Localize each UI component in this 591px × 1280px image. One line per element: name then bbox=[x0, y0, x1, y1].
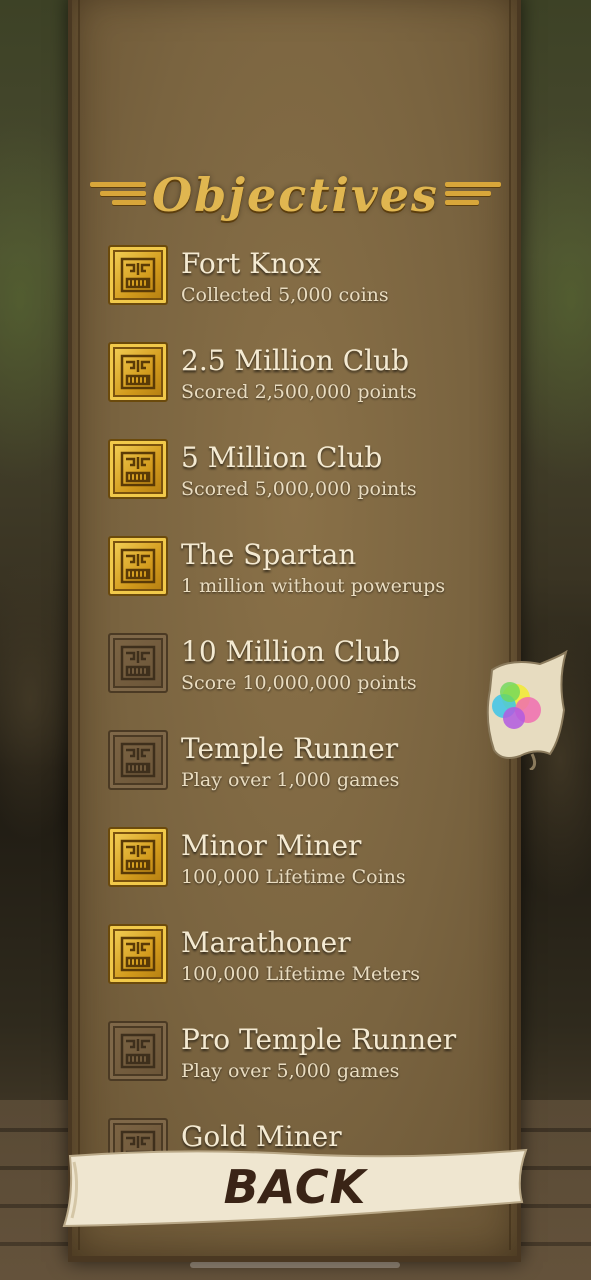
earned-badge bbox=[108, 536, 168, 596]
earned-badge bbox=[108, 439, 168, 499]
earned-badge bbox=[108, 827, 168, 887]
objective-item: Fort Knox Collected 5,000 coins bbox=[108, 245, 508, 342]
objective-item: Temple Runner Play over 1,000 games bbox=[108, 730, 508, 827]
game-center-button[interactable] bbox=[480, 649, 568, 772]
objective-title: 2.5 Million Club bbox=[181, 344, 410, 377]
objective-title: 5 Million Club bbox=[181, 441, 383, 474]
objective-item: Pro Temple Runner Play over 5,000 games bbox=[108, 1021, 508, 1118]
idol-face-icon bbox=[120, 936, 156, 972]
idol-face-icon bbox=[120, 354, 156, 390]
objective-item: The Spartan 1 million without powerups bbox=[108, 536, 508, 633]
wing-left-icon bbox=[90, 180, 147, 210]
objective-description: Scored 5,000,000 points bbox=[181, 478, 417, 500]
game-center-icon bbox=[486, 649, 568, 772]
idol-face-icon bbox=[120, 742, 156, 778]
objective-item: 5 Million Club Scored 5,000,000 points bbox=[108, 439, 508, 536]
idol-face-icon bbox=[120, 645, 156, 681]
wing-right-icon bbox=[444, 180, 501, 210]
objective-title: Minor Miner bbox=[181, 829, 362, 862]
objective-title: The Spartan bbox=[181, 538, 357, 571]
objective-description: 1 million without powerups bbox=[181, 575, 446, 597]
idol-face-icon bbox=[120, 1033, 156, 1069]
earned-badge bbox=[108, 342, 168, 402]
earned-badge bbox=[108, 245, 168, 305]
objective-title: 10 Million Club bbox=[181, 635, 401, 668]
idol-face-icon bbox=[120, 839, 156, 875]
page-title: Objectives bbox=[152, 168, 439, 222]
back-label: BACK bbox=[223, 1160, 367, 1214]
idol-face-icon bbox=[120, 548, 156, 584]
objective-item: Marathoner 100,000 Lifetime Meters bbox=[108, 924, 508, 1021]
objective-title: Fort Knox bbox=[181, 247, 321, 280]
locked-badge bbox=[108, 1021, 168, 1081]
locked-badge bbox=[108, 633, 168, 693]
home-indicator bbox=[190, 1262, 400, 1268]
objective-description: 100,000 Lifetime Coins bbox=[181, 866, 406, 888]
objective-title: Temple Runner bbox=[181, 732, 399, 765]
objective-item: 10 Million Club Score 10,000,000 points bbox=[108, 633, 508, 730]
objective-title: Marathoner bbox=[181, 926, 351, 959]
objective-item: 2.5 Million Club Scored 2,500,000 points bbox=[108, 342, 508, 439]
earned-badge bbox=[108, 924, 168, 984]
idol-face-icon bbox=[120, 451, 156, 487]
objective-description: Score 10,000,000 points bbox=[181, 672, 417, 694]
objectives-header: Objectives bbox=[90, 160, 501, 230]
objective-description: Collected 5,000 coins bbox=[181, 284, 389, 306]
objectives-list[interactable]: Fort Knox Collected 5,000 coins 2.5 Millio… bbox=[108, 245, 508, 1215]
objective-description: 100,000 Lifetime Meters bbox=[181, 963, 421, 985]
objective-title: Pro Temple Runner bbox=[181, 1023, 457, 1056]
locked-badge bbox=[108, 730, 168, 790]
objective-description: Scored 2,500,000 points bbox=[181, 381, 417, 403]
idol-face-icon bbox=[120, 257, 156, 293]
objective-item: Minor Miner 100,000 Lifetime Coins bbox=[108, 827, 508, 924]
back-button[interactable]: BACK bbox=[60, 1148, 530, 1228]
objective-description: Play over 1,000 games bbox=[181, 769, 400, 791]
objective-description: Play over 5,000 games bbox=[181, 1060, 400, 1082]
